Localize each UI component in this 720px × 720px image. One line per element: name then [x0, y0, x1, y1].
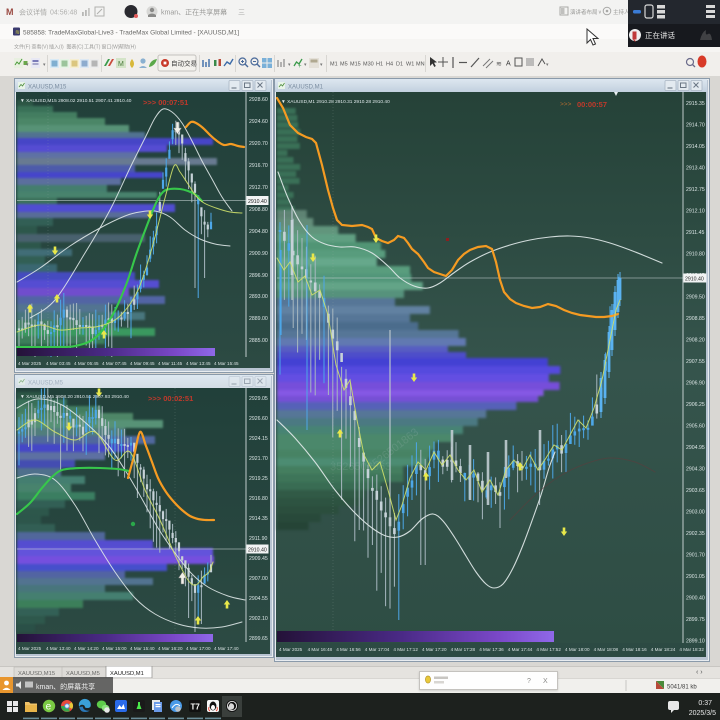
svg-text:MN: MN — [416, 62, 425, 68]
svg-text:D1: D1 — [396, 62, 403, 68]
svg-text:查看(V): 查看(V) — [32, 44, 49, 51]
svg-text:‹ ›: ‹ › — [696, 669, 703, 676]
svg-text:三: 三 — [238, 9, 245, 17]
svg-text:▾: ▾ — [43, 62, 46, 68]
svg-text:XAUUSD,M15: XAUUSD,M15 — [28, 85, 67, 91]
svg-text:A: A — [506, 61, 511, 68]
svg-text:0:37: 0:37 — [698, 700, 712, 707]
svg-text:▾: ▾ — [320, 62, 323, 68]
svg-text:工具(T): 工具(T) — [84, 45, 101, 51]
svg-text:H4: H4 — [386, 62, 393, 68]
svg-text:X: X — [543, 678, 548, 685]
svg-text:kman、正在共享屏幕: kman、正在共享屏幕 — [161, 8, 227, 17]
svg-text:▾: ▾ — [546, 62, 549, 68]
svg-text:自动交易: 自动交易 — [171, 59, 197, 68]
svg-text:T7: T7 — [191, 703, 201, 712]
svg-text:XAUUSD,M1: XAUUSD,M1 — [288, 85, 324, 91]
svg-text:M30: M30 — [363, 62, 374, 68]
svg-text:04:56:48: 04:56:48 — [50, 10, 77, 17]
svg-text:W1: W1 — [406, 62, 414, 68]
svg-text:窗口(W): 窗口(W) — [102, 44, 120, 51]
svg-text:图表(C): 图表(C) — [67, 44, 84, 51]
svg-text:▾: ▾ — [288, 62, 291, 68]
svg-text:M: M — [6, 7, 14, 17]
svg-text:正在讲话: 正在讲话 — [645, 30, 675, 40]
svg-text:585858: TradeMaxGlobal-Live3 -: 585858: TradeMaxGlobal-Live3 - TradeMax … — [23, 30, 239, 37]
svg-text:帮助(H): 帮助(H) — [119, 44, 136, 51]
svg-text:2025/3/5: 2025/3/5 — [689, 710, 716, 717]
svg-text:M15: M15 — [350, 62, 361, 68]
svg-text:∨: ∨ — [598, 10, 602, 16]
svg-text:≋: ≋ — [496, 61, 502, 68]
svg-text:≋: ≋ — [15, 30, 20, 36]
svg-text:文件(F): 文件(F) — [14, 44, 31, 51]
svg-text:插入(I): 插入(I) — [49, 44, 64, 51]
svg-text:M5: M5 — [340, 62, 348, 68]
svg-text:M1: M1 — [330, 62, 338, 68]
svg-text:▾: ▾ — [26, 62, 29, 68]
svg-text:+: + — [298, 64, 302, 70]
svg-text:XAUUSD,M5: XAUUSD,M5 — [28, 381, 64, 387]
svg-text:▾: ▾ — [304, 62, 307, 68]
svg-text:演讲者布局: 演讲者布局 — [570, 8, 598, 16]
svg-text:5041/81 kb: 5041/81 kb — [667, 685, 697, 691]
svg-text:kman、的屏幕共享: kman、的屏幕共享 — [36, 682, 95, 691]
svg-text:M: M — [118, 61, 124, 68]
svg-text:会议详情: 会议详情 — [19, 8, 47, 17]
svg-text:e: e — [46, 702, 52, 713]
svg-text:H1: H1 — [376, 62, 383, 68]
svg-text:?: ? — [527, 678, 531, 685]
